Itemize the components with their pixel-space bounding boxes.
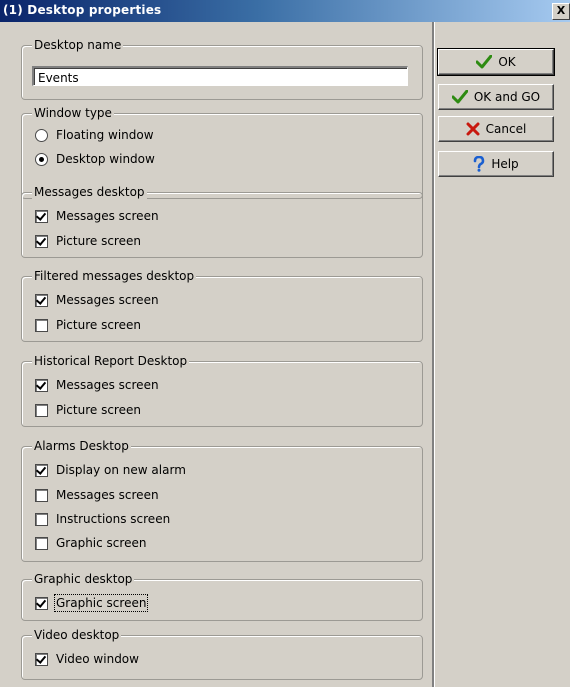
- cancel-button[interactable]: Cancel: [438, 116, 554, 142]
- historical-report-desktop-group: Historical Report Desktop Messages scree…: [21, 354, 423, 427]
- checkbox-row[interactable]: Messages screen: [35, 292, 159, 308]
- checkbox[interactable]: [35, 293, 48, 307]
- alarms-desktop-legend: Alarms Desktop: [32, 439, 131, 453]
- checkbox-row[interactable]: Picture screen: [35, 233, 141, 249]
- video-desktop-group: Video desktop Video window: [21, 628, 423, 680]
- checkbox-label: Picture screen: [56, 318, 141, 332]
- checkbox[interactable]: [35, 512, 48, 526]
- properties-panel: Desktop name Events Window type Floating…: [0, 22, 432, 687]
- checkbox-label: Messages screen: [56, 209, 159, 223]
- checkbox-row[interactable]: Graphic screen: [35, 594, 149, 612]
- ok-and-go-button[interactable]: OK and GO: [438, 84, 554, 110]
- messages-desktop-group: Messages desktop Messages screen Picture…: [21, 185, 423, 258]
- checkbox-label: Messages screen: [56, 293, 159, 307]
- checkbox[interactable]: [35, 463, 48, 477]
- help-label: Help: [491, 157, 519, 171]
- checkbox-label: Graphic screen: [53, 594, 149, 612]
- radio-button[interactable]: [35, 128, 48, 142]
- checkbox-row[interactable]: Video window: [35, 651, 139, 667]
- window-type-legend: Window type: [32, 106, 114, 120]
- checkbox-row[interactable]: Messages screen: [35, 487, 159, 503]
- radio-floating-window[interactable]: Floating window: [35, 127, 154, 143]
- checkbox-row[interactable]: Graphic screen: [35, 535, 146, 551]
- desktop-name-input[interactable]: Events: [32, 66, 408, 86]
- radio-button[interactable]: [35, 152, 48, 166]
- graphic-desktop-group: Graphic desktop Graphic screen: [21, 572, 423, 621]
- cancel-label: Cancel: [485, 122, 527, 136]
- messages-desktop-legend: Messages desktop: [32, 185, 147, 199]
- ok-button[interactable]: OK: [437, 48, 555, 76]
- question-icon: [474, 156, 485, 172]
- checkbox-label: Picture screen: [56, 403, 141, 417]
- x-icon: [466, 122, 480, 136]
- radio-label: Desktop window: [56, 152, 155, 166]
- checkbox-row[interactable]: Picture screen: [35, 402, 141, 418]
- window-title: (1) Desktop properties: [3, 3, 162, 17]
- desktop-name-legend: Desktop name: [32, 38, 124, 52]
- historical-report-desktop-legend: Historical Report Desktop: [32, 354, 190, 368]
- checkbox[interactable]: [35, 209, 48, 223]
- checkbox[interactable]: [35, 403, 48, 417]
- checkbox[interactable]: [35, 652, 48, 666]
- filtered-messages-desktop-legend: Filtered messages desktop: [32, 269, 197, 283]
- checkbox-label: Video window: [56, 652, 139, 666]
- title-bar[interactable]: (1) Desktop properties X: [0, 0, 570, 22]
- desktop-name-group: Desktop name Events: [21, 38, 423, 100]
- checkbox[interactable]: [35, 488, 48, 502]
- close-button[interactable]: X: [552, 3, 570, 20]
- ok-label: OK: [498, 55, 516, 69]
- checkbox-label: Picture screen: [56, 234, 141, 248]
- checkbox-row[interactable]: Display on new alarm: [35, 462, 186, 478]
- panel-divider: [432, 22, 435, 687]
- checkbox-row[interactable]: Messages screen: [35, 377, 159, 393]
- checkbox[interactable]: [35, 234, 48, 248]
- checkbox[interactable]: [35, 318, 48, 332]
- checkbox[interactable]: [35, 378, 48, 392]
- video-desktop-legend: Video desktop: [32, 628, 122, 642]
- checkbox-label: Display on new alarm: [56, 463, 186, 477]
- alarms-desktop-group: Alarms Desktop Display on new alarm Mess…: [21, 439, 423, 562]
- graphic-desktop-legend: Graphic desktop: [32, 572, 135, 586]
- checkbox-row[interactable]: Messages screen: [35, 208, 159, 224]
- checkbox-row[interactable]: Instructions screen: [35, 511, 170, 527]
- checkbox[interactable]: [35, 596, 48, 610]
- checkbox[interactable]: [35, 536, 48, 550]
- checkbox-label: Instructions screen: [56, 512, 171, 526]
- filtered-messages-desktop-group: Filtered messages desktop Messages scree…: [21, 269, 423, 342]
- checkbox-label: Graphic screen: [56, 536, 147, 550]
- radio-label: Floating window: [56, 128, 154, 142]
- check-icon: [476, 55, 493, 69]
- radio-desktop-window[interactable]: Desktop window: [35, 151, 155, 167]
- checkbox-label: Messages screen: [56, 378, 159, 392]
- checkbox-label: Messages screen: [56, 488, 159, 502]
- ok-and-go-label: OK and GO: [473, 90, 541, 104]
- check-icon: [451, 90, 468, 104]
- help-button[interactable]: Help: [438, 151, 554, 177]
- checkbox-row[interactable]: Picture screen: [35, 317, 141, 333]
